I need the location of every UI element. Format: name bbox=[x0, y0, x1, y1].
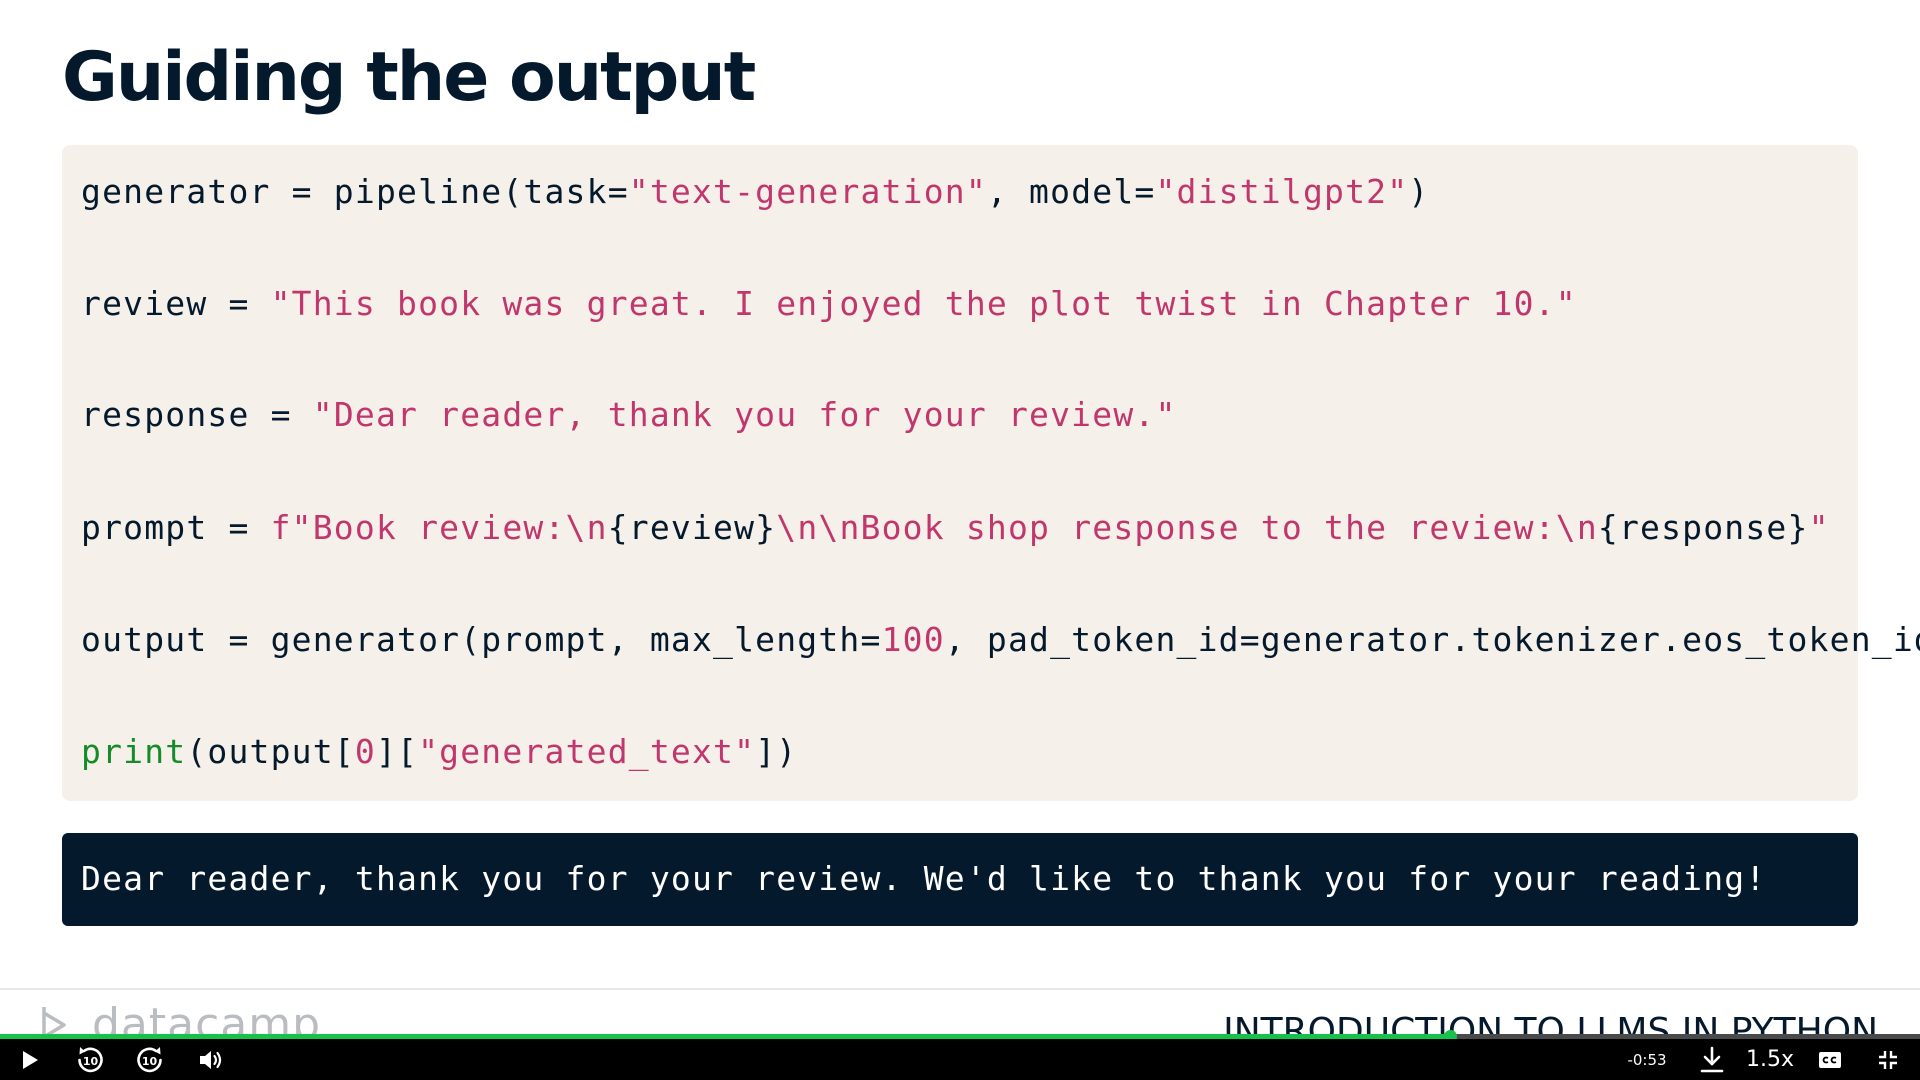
code-token: (output[ bbox=[186, 732, 355, 771]
code-string: f"Book review:\n bbox=[270, 508, 608, 547]
output-text: Dear reader, thank you for your review. … bbox=[81, 859, 1767, 898]
skip-back-button[interactable]: 10 bbox=[70, 1039, 110, 1080]
player-control-bar: 10 10 -0:53 1.5x bbox=[0, 1039, 1920, 1080]
play-icon bbox=[23, 1050, 38, 1069]
slide-page: Guiding the output generator = pipeline(… bbox=[0, 0, 1920, 1080]
volume-icon bbox=[200, 1050, 222, 1069]
code-token: {response} bbox=[1597, 508, 1809, 547]
code-string: "distilgpt2" bbox=[1155, 172, 1409, 211]
code-line-4: prompt = f"Book review:\n{review}\n\nBoo… bbox=[81, 506, 1830, 550]
code-string: \n\nBook shop response to the review:\n bbox=[776, 508, 1598, 547]
exit-fullscreen-button[interactable] bbox=[1870, 1039, 1906, 1080]
code-token: output = generator(prompt, max_length= bbox=[81, 620, 882, 659]
code-string: "text-generation" bbox=[628, 172, 987, 211]
code-token: , pad_token_id=generator.tokenizer.eos_t… bbox=[944, 620, 1920, 659]
code-string: " bbox=[1808, 508, 1830, 547]
code-token: ) bbox=[1408, 172, 1430, 211]
output-block: Dear reader, thank you for your review. … bbox=[62, 833, 1858, 926]
code-line-5: output = generator(prompt, max_length=10… bbox=[81, 618, 1920, 662]
code-line-3: response = "Dear reader, thank you for y… bbox=[81, 393, 1177, 437]
playback-speed-button[interactable]: 1.5x bbox=[1742, 1039, 1798, 1080]
code-token: generator = pipeline(task= bbox=[81, 172, 629, 211]
download-icon bbox=[1700, 1046, 1724, 1072]
code-line-2: review = "This book was great. I enjoyed… bbox=[81, 282, 1577, 326]
code-token: prompt = bbox=[81, 508, 271, 547]
code-token: response = bbox=[81, 395, 313, 434]
code-string: "generated_text" bbox=[418, 732, 756, 771]
code-string: "Dear reader, thank you for your review.… bbox=[312, 395, 1177, 434]
download-button[interactable] bbox=[1694, 1039, 1730, 1080]
rewind-10-icon: 10 bbox=[78, 1046, 103, 1072]
code-number: 0 bbox=[354, 732, 376, 771]
forward-10-icon: 10 bbox=[137, 1046, 162, 1072]
code-token: ][ bbox=[375, 732, 419, 771]
play-button[interactable] bbox=[12, 1039, 48, 1080]
code-line-6: print(output[0]["generated_text"]) bbox=[81, 730, 797, 774]
code-block: generator = pipeline(task="text-generati… bbox=[62, 145, 1920, 801]
captions-button[interactable] bbox=[1812, 1039, 1848, 1080]
time-remaining: -0:53 bbox=[1612, 1039, 1682, 1080]
code-line-1: generator = pipeline(task="text-generati… bbox=[81, 170, 1429, 214]
code-token: , model= bbox=[986, 172, 1156, 211]
skip-back-label: 10 bbox=[83, 1055, 99, 1068]
code-token: ]) bbox=[755, 732, 798, 771]
code-number: 100 bbox=[881, 620, 945, 659]
code-token: review = bbox=[81, 284, 271, 323]
time-remaining-text: -0:53 bbox=[1627, 1050, 1667, 1069]
footer-divider bbox=[0, 988, 1920, 990]
exit-fullscreen-icon bbox=[1879, 1050, 1897, 1069]
skip-forward-button[interactable]: 10 bbox=[130, 1039, 170, 1080]
playback-speed-text: 1.5x bbox=[1745, 1047, 1794, 1072]
code-builtin: print bbox=[81, 732, 187, 771]
slide-title: Guiding the output bbox=[62, 38, 756, 117]
closed-captions-icon bbox=[1819, 1051, 1841, 1068]
code-string: "This book was great. I enjoyed the plot… bbox=[270, 284, 1577, 323]
code-token: {review} bbox=[607, 508, 777, 547]
volume-button[interactable] bbox=[193, 1039, 229, 1080]
skip-forward-label: 10 bbox=[142, 1055, 158, 1068]
